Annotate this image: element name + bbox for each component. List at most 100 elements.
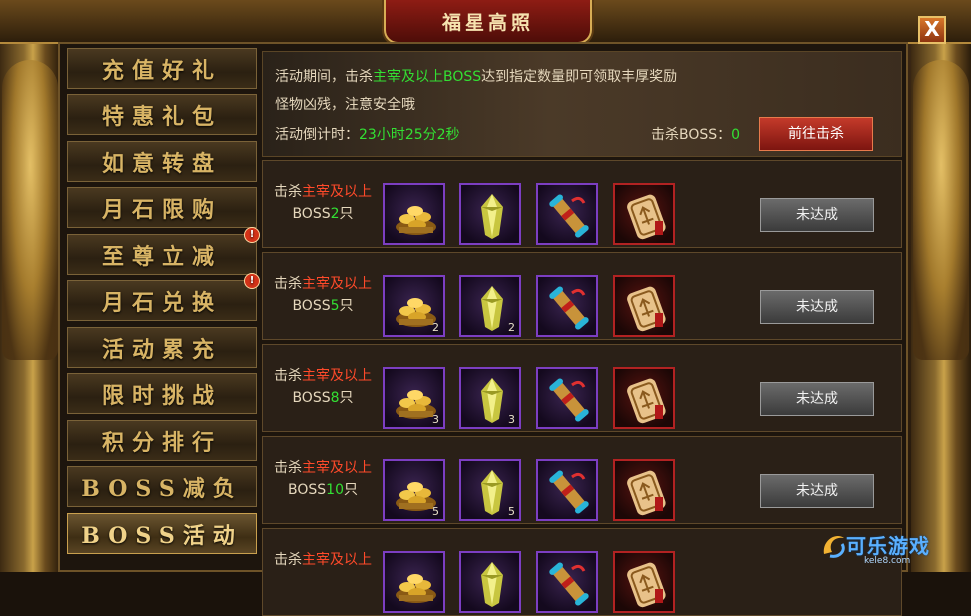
condition-boss-type: 主宰及以上 bbox=[302, 552, 372, 568]
sidebar-item-6[interactable]: 活动累充 bbox=[67, 327, 257, 368]
scroll-icon[interactable] bbox=[536, 275, 598, 337]
gold-token-icon[interactable] bbox=[613, 275, 675, 337]
reward-row: 击杀主宰及以上 BOSS5只 2 2 未达成 bbox=[262, 252, 902, 340]
condition-boss-type: 主宰及以上 bbox=[302, 460, 372, 476]
claim-status-button[interactable]: 未达成 bbox=[760, 198, 874, 232]
sidebar-item-3[interactable]: 月石限购 bbox=[67, 187, 257, 228]
condition-boss-type: 主宰及以上 bbox=[302, 276, 372, 292]
gold-ingot-pile-icon[interactable] bbox=[383, 183, 445, 245]
sidebar-item-8[interactable]: 积分排行 bbox=[67, 420, 257, 461]
yellow-crystal-icon[interactable]: 3 bbox=[459, 367, 521, 429]
gold-token-icon[interactable] bbox=[613, 459, 675, 521]
watermark-url: kele8.com bbox=[864, 556, 911, 566]
sidebar-item-label: 限时挑战 bbox=[101, 382, 222, 409]
reward-condition: 击杀主宰及以上 BOSS5只 bbox=[263, 273, 383, 317]
gold-ingot-pile-icon[interactable]: 2 bbox=[383, 275, 445, 337]
reward-condition: 击杀主宰及以上 BOSS8只 bbox=[263, 365, 383, 409]
claim-status-button[interactable]: 未达成 bbox=[760, 382, 874, 416]
condition-boss-type: 主宰及以上 bbox=[302, 368, 372, 384]
watermark-logo: 可乐游戏 kele8.com bbox=[820, 530, 966, 570]
scroll-icon[interactable] bbox=[536, 367, 598, 429]
condition-count: 10 bbox=[326, 482, 344, 498]
gold-ingot-pile-icon[interactable] bbox=[383, 551, 445, 613]
kill-counter-label: 击杀BOSS： bbox=[651, 127, 732, 143]
sidebar-item-label: BOSS减负 bbox=[81, 475, 243, 502]
item-count: 2 bbox=[508, 321, 515, 334]
condition-prefix: 击杀 bbox=[274, 368, 302, 384]
sidebar-item-9[interactable]: BOSS减负 bbox=[67, 466, 257, 507]
reward-row: 击杀主宰及以上 BOSS8只 3 3 未达成 bbox=[262, 344, 902, 432]
yellow-crystal-icon[interactable] bbox=[459, 183, 521, 245]
top-bar: 福星高照 X bbox=[0, 0, 971, 44]
condition-prefix: 击杀 bbox=[274, 552, 302, 568]
yellow-crystal-icon[interactable]: 2 bbox=[459, 275, 521, 337]
sidebar-item-label: 月石兑换 bbox=[101, 289, 222, 316]
sidebar-item-10[interactable]: BOSS活动 bbox=[67, 513, 257, 554]
reward-condition: 击杀主宰及以上 BOSS2只 bbox=[263, 181, 383, 225]
condition-boss-word: BOSS bbox=[292, 298, 331, 314]
condition-boss-word: BOSS bbox=[292, 390, 331, 406]
gold-ingot-pile-icon[interactable]: 3 bbox=[383, 367, 445, 429]
reward-row: 击杀主宰及以上 bbox=[262, 528, 902, 616]
reward-row: 击杀主宰及以上 BOSS10只 5 5 未达成 bbox=[262, 436, 902, 524]
reward-condition: 击杀主宰及以上 BOSS10只 bbox=[263, 457, 383, 501]
scroll-icon[interactable] bbox=[536, 551, 598, 613]
reward-row: 击杀主宰及以上 BOSS2只 未达成 bbox=[262, 160, 902, 248]
item-count: 3 bbox=[508, 413, 515, 426]
sidebar-item-4[interactable]: 至尊立减! bbox=[67, 227, 260, 275]
sidebar-item-1[interactable]: 特惠礼包 bbox=[67, 94, 257, 135]
close-button[interactable]: X bbox=[918, 16, 946, 44]
event-warning: 怪物凶残，注意安全哦 bbox=[275, 97, 415, 113]
go-kill-button[interactable]: 前往击杀 bbox=[759, 117, 873, 151]
condition-prefix: 击杀 bbox=[274, 276, 302, 292]
sidebar-item-label: 活动累充 bbox=[101, 336, 222, 363]
alert-badge-icon: ! bbox=[244, 227, 260, 243]
gold-token-icon[interactable] bbox=[613, 367, 675, 429]
yellow-crystal-icon[interactable]: 5 bbox=[459, 459, 521, 521]
desc-text-1: 活动期间，击杀 bbox=[275, 69, 373, 85]
watermark-swirl-icon bbox=[823, 535, 845, 558]
claim-status-button[interactable]: 未达成 bbox=[760, 290, 874, 324]
reward-condition: 击杀主宰及以上 bbox=[263, 549, 383, 571]
claim-status-button[interactable]: 未达成 bbox=[760, 474, 874, 508]
desc-highlight: 主宰及以上BOSS bbox=[373, 69, 482, 85]
sidebar-item-label: 特惠礼包 bbox=[101, 103, 222, 130]
sidebar-item-label: BOSS活动 bbox=[81, 522, 243, 549]
event-description: 活动期间，击杀主宰及以上BOSS达到指定数量即可领取丰厚奖励 bbox=[275, 66, 677, 86]
item-count: 3 bbox=[432, 413, 439, 426]
watermark-brand: 可乐游戏 bbox=[846, 534, 930, 558]
sidebar-item-2[interactable]: 如意转盘 bbox=[67, 141, 257, 182]
item-count: 2 bbox=[432, 321, 439, 334]
scroll-icon[interactable] bbox=[536, 183, 598, 245]
kill-counter: 击杀BOSS：0 bbox=[651, 124, 740, 144]
condition-boss-word: BOSS bbox=[288, 482, 327, 498]
yellow-crystal-icon[interactable] bbox=[459, 551, 521, 613]
condition-suffix: 只 bbox=[339, 206, 354, 222]
scroll-icon[interactable] bbox=[536, 459, 598, 521]
sidebar-item-0[interactable]: 充值好礼 bbox=[67, 48, 257, 89]
condition-count: 8 bbox=[330, 390, 340, 406]
condition-count: 5 bbox=[330, 298, 340, 314]
event-info-header: 活动期间，击杀主宰及以上BOSS达到指定数量即可领取丰厚奖励 怪物凶残，注意安全… bbox=[262, 51, 902, 157]
alert-badge-icon: ! bbox=[244, 273, 260, 289]
left-guardian-statue bbox=[2, 60, 58, 360]
sidebar-item-5[interactable]: 月石兑换! bbox=[67, 273, 260, 321]
gold-ingot-pile-icon[interactable]: 5 bbox=[383, 459, 445, 521]
window-title: 福星高照 bbox=[441, 11, 534, 34]
gold-token-icon[interactable] bbox=[613, 183, 675, 245]
gold-token-icon[interactable] bbox=[613, 551, 675, 613]
sidebar-item-label: 充值好礼 bbox=[101, 57, 222, 84]
right-guardian-statue bbox=[913, 60, 969, 360]
countdown: 活动倒计时：23小时25分2秒 bbox=[275, 124, 460, 144]
condition-prefix: 击杀 bbox=[274, 184, 302, 200]
item-count: 5 bbox=[432, 505, 439, 518]
condition-count: 2 bbox=[330, 206, 340, 222]
condition-boss-type: 主宰及以上 bbox=[302, 184, 372, 200]
sidebar-item-label: 积分排行 bbox=[101, 429, 222, 456]
desc-text-2: 达到指定数量即可领取丰厚奖励 bbox=[481, 69, 678, 85]
sidebar-item-label: 月石限购 bbox=[101, 196, 222, 223]
condition-suffix: 只 bbox=[339, 298, 354, 314]
sidebar-item-label: 如意转盘 bbox=[101, 150, 222, 177]
sidebar-item-7[interactable]: 限时挑战 bbox=[67, 373, 257, 414]
item-count: 5 bbox=[508, 505, 515, 518]
